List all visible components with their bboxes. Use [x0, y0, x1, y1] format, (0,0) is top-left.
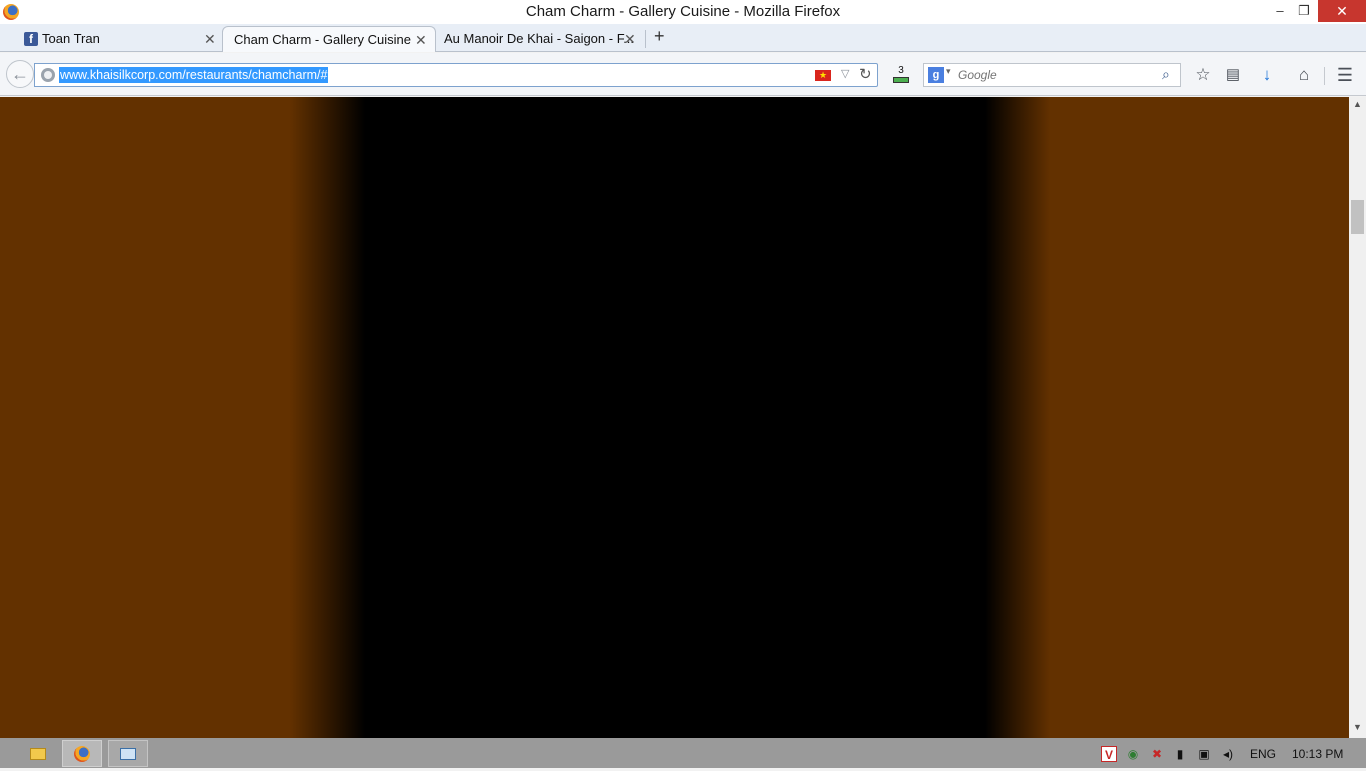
extension-counter-icon[interactable]: 3 [891, 65, 911, 85]
firefox-taskbar-button[interactable] [62, 740, 102, 767]
battery-tray-icon[interactable]: ▮ [1173, 746, 1187, 762]
close-tab-icon[interactable]: ✕ [624, 26, 636, 52]
tab-label: Toan Tran [42, 31, 100, 46]
vertical-scrollbar[interactable]: ▲ ▼ [1349, 97, 1366, 738]
tab-label: Au Manoir De Khai - Saigon - F... [444, 31, 635, 46]
monitor-icon [120, 748, 136, 760]
system-clock[interactable]: 10:13 PM [1292, 746, 1343, 762]
search-input[interactable] [958, 67, 1158, 83]
scroll-down-icon[interactable]: ▼ [1349, 722, 1366, 736]
tab-strip: f Toan Tran ✕ Cham Charm - Gallery Cuisi… [0, 24, 1366, 52]
chevron-down-icon[interactable]: ▾ [946, 66, 951, 77]
close-tab-icon[interactable]: ✕ [204, 26, 216, 52]
firefox-icon [74, 746, 90, 762]
restore-button[interactable]: ❐ [1291, 0, 1317, 22]
history-dropdown-icon[interactable]: ▽ [841, 67, 849, 80]
tab-cham-charm[interactable]: Cham Charm - Gallery Cuisine ✕ [222, 26, 436, 52]
tab-au-manoir[interactable]: Au Manoir De Khai - Saigon - F... ✕ [440, 26, 640, 52]
hamburger-menu-icon[interactable]: ☰ [1334, 65, 1356, 85]
home-icon[interactable]: ⌂ [1293, 65, 1315, 85]
network-disconnected-tray-icon[interactable]: ✖ [1149, 746, 1165, 762]
download-icon[interactable]: ↓ [1256, 65, 1278, 85]
scroll-thumb[interactable] [1351, 200, 1364, 234]
vivaldi-tray-icon[interactable]: V [1101, 746, 1117, 762]
close-tab-icon[interactable]: ✕ [415, 27, 427, 52]
display-tray-icon[interactable]: ▣ [1196, 746, 1212, 762]
vietnam-flag-icon[interactable]: ★ [815, 70, 831, 81]
bookmarks-list-icon[interactable]: ▤ [1222, 65, 1244, 85]
tab-divider [645, 30, 646, 48]
google-icon[interactable]: g [928, 67, 944, 83]
search-bar[interactable]: g ▾ ⌕ [923, 63, 1181, 87]
file-explorer-taskbar-button[interactable] [18, 740, 58, 767]
close-window-button[interactable]: ✕ [1318, 0, 1366, 22]
extension-count: 3 [898, 65, 904, 76]
tab-label: Cham Charm - Gallery Cuisine [234, 32, 411, 47]
window-title: Cham Charm - Gallery Cuisine - Mozilla F… [525, 3, 841, 20]
extension-bar [893, 77, 909, 83]
reload-icon[interactable]: ↻ [859, 65, 872, 83]
bookmark-star-icon[interactable]: ☆ [1192, 65, 1214, 85]
url-bar[interactable]: www.khaisilkcorp.com/restaurants/chamcha… [34, 63, 878, 87]
scroll-up-icon[interactable]: ▲ [1349, 99, 1366, 113]
input-language-indicator[interactable]: ENG [1250, 746, 1276, 762]
network-globe-tray-icon[interactable]: ◉ [1125, 746, 1141, 762]
toolbar-divider [1324, 67, 1325, 85]
volume-tray-icon[interactable]: ◂) [1220, 746, 1236, 762]
title-bar: Cham Charm - Gallery Cuisine - Mozilla F… [0, 0, 1366, 24]
tab-toan-tran[interactable]: f Toan Tran ✕ [20, 26, 220, 52]
navigation-toolbar: ← www.khaisilkcorp.com/restaurants/chamc… [0, 53, 1366, 96]
minimize-button[interactable]: ‒ [1267, 0, 1293, 22]
folder-icon [30, 748, 46, 760]
remote-desktop-taskbar-button[interactable] [108, 740, 148, 767]
back-button[interactable]: ← [6, 60, 34, 88]
facebook-icon: f [24, 32, 38, 46]
new-tab-button[interactable]: + [654, 26, 665, 47]
windows-taskbar: V ◉ ✖ ▮ ▣ ◂) ENG 10:13 PM [0, 738, 1366, 768]
search-icon[interactable]: ⌕ [1162, 66, 1170, 83]
url-text[interactable]: www.khaisilkcorp.com/restaurants/chamcha… [59, 67, 329, 83]
site-identity-globe-icon[interactable] [41, 68, 55, 82]
page-content[interactable] [0, 97, 1349, 738]
